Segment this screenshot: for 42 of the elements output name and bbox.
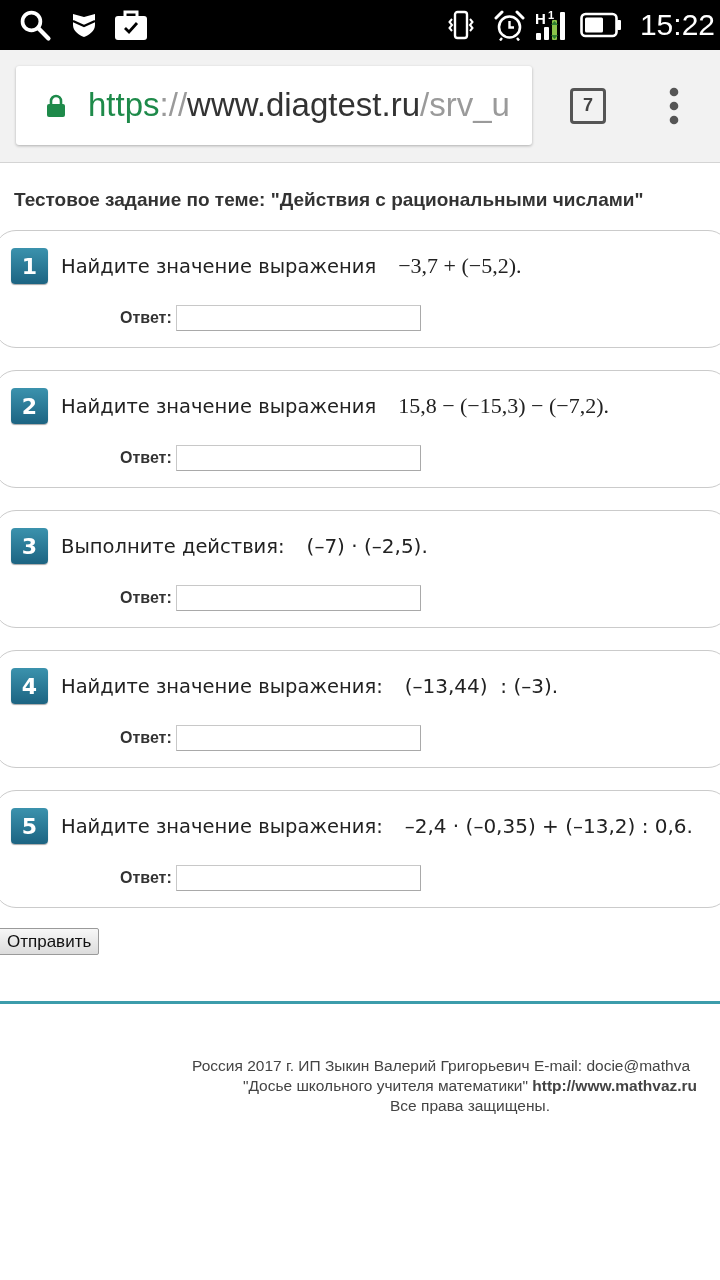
- answer-input[interactable]: [175, 305, 421, 331]
- math-expression: (–7) · (–2,5).: [306, 534, 428, 558]
- answer-input[interactable]: [175, 445, 421, 471]
- math-expression: 15,8 − (−15,3) − (−7,2).: [398, 393, 610, 419]
- question-text: Выполните действия:: [61, 534, 285, 558]
- test-title: Тестовое задание по теме: "Действия с рациональными числами": [14, 188, 645, 211]
- answer-input[interactable]: [175, 725, 421, 751]
- question-text: Найдите значение выражения:: [61, 814, 383, 838]
- question-number: 1: [11, 248, 48, 284]
- footer-text: "Досье школьного учителя математики" http://www.mathvaz.ru: [242, 1076, 698, 1096]
- question-number: 5: [11, 808, 48, 844]
- question-text: Найдите значение выражения: [61, 394, 377, 418]
- question-number: 2: [11, 388, 48, 424]
- question-number: 4: [11, 668, 48, 704]
- question-number: 3: [11, 528, 48, 564]
- tab-switcher-button[interactable]: 7: [570, 87, 606, 124]
- question-text: Найдите значение выражения:: [61, 674, 383, 698]
- address-bar[interactable]: https://www.diagtest.ru/srv_u: [16, 66, 532, 145]
- shield-icon: [72, 12, 96, 38]
- math-expression: −3,7 + (−5,2).: [398, 253, 522, 279]
- answer-label: Ответ:: [120, 449, 172, 467]
- submit-button[interactable]: Отправить: [0, 928, 100, 955]
- search-icon: [18, 8, 52, 42]
- briefcase-check-icon: [114, 9, 148, 41]
- url-text: https://www.diagtest.ru/srv_u: [88, 87, 510, 124]
- footer-text: Россия 2017 г. ИП Зыкин Валерий Григорьевич E-mail: docie@mathva: [192, 1056, 691, 1076]
- answer-label: Ответ:: [120, 729, 172, 747]
- answer-label: Ответ:: [120, 869, 172, 887]
- math-expression: –2,4 · (–0,35) + (–13,2) : 0,6.: [404, 814, 693, 838]
- math-expression: (–13,44) : (–3).: [404, 674, 559, 698]
- answer-label: Ответ:: [120, 589, 172, 607]
- clock-time: 15:22: [639, 10, 715, 40]
- footer-text: Все права защищены.: [390, 1096, 550, 1116]
- lock-icon: [46, 93, 66, 118]
- alarm-clock-icon: [493, 9, 525, 41]
- vibrate-icon: [447, 10, 474, 40]
- question-text: Найдите значение выражения: [61, 254, 377, 278]
- battery-icon: [579, 12, 622, 38]
- more-vertical-icon: [669, 86, 679, 125]
- answer-input[interactable]: [175, 865, 421, 891]
- answer-input[interactable]: [175, 585, 421, 611]
- answer-label: Ответ:: [120, 309, 172, 327]
